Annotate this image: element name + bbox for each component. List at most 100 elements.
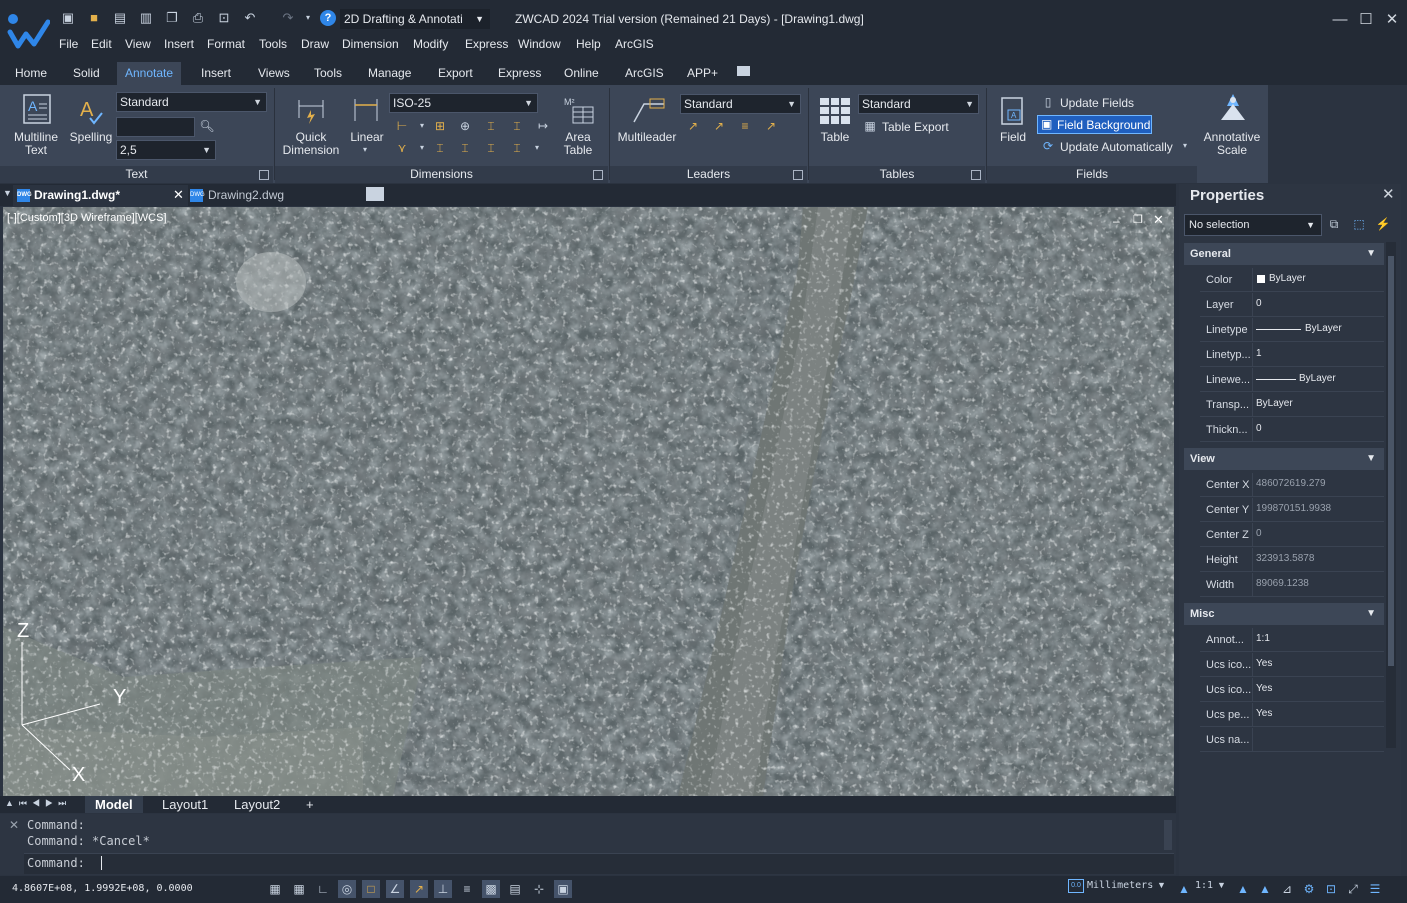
- chevron-down-icon[interactable]: ▾: [413, 140, 431, 156]
- maximize-button[interactable]: ☐: [1354, 10, 1378, 30]
- linear-button[interactable]: Linear: [346, 131, 388, 144]
- property-row[interactable]: Center Z 0: [1200, 523, 1384, 547]
- clean-screen-icon[interactable]: ⤢: [1344, 880, 1362, 898]
- property-row[interactable]: Ucs ico... Yes: [1200, 678, 1384, 702]
- tab-home[interactable]: Home: [7, 66, 55, 86]
- remove-leader-icon[interactable]: ↗: [710, 118, 728, 134]
- tab-online[interactable]: Online: [556, 66, 607, 86]
- multiline-text-icon[interactable]: A: [22, 93, 54, 125]
- menu-express[interactable]: Express: [465, 37, 508, 51]
- object-snap-icon[interactable]: □: [362, 880, 380, 898]
- field-icon[interactable]: A: [1000, 96, 1026, 126]
- tab-insert[interactable]: Insert: [193, 66, 239, 86]
- leaders-panel-launcher-icon[interactable]: [793, 170, 803, 180]
- customization-menu-icon[interactable]: ☰: [1366, 880, 1384, 898]
- ribbon-minimize-icon[interactable]: [737, 66, 750, 76]
- area-table-icon[interactable]: M²: [563, 95, 595, 127]
- dimension-style-select[interactable]: ISO-25 ▼: [389, 93, 538, 113]
- properties-scrollbar[interactable]: [1386, 242, 1396, 748]
- center-mark-icon[interactable]: ⊕: [456, 118, 474, 134]
- chevron-down-icon[interactable]: ▼: [1157, 880, 1166, 890]
- dimension-override-icon[interactable]: ⌶: [456, 140, 474, 156]
- section-view[interactable]: View ▼: [1184, 448, 1384, 470]
- tab-arcgis[interactable]: ArcGIS: [617, 66, 672, 86]
- menu-insert[interactable]: Insert: [164, 37, 194, 51]
- property-row[interactable]: Width 89069.1238: [1200, 573, 1384, 597]
- layout-nav-icons[interactable]: ▲⏮◀▶⏭: [5, 798, 71, 809]
- linear-dimension-icon[interactable]: [352, 96, 380, 124]
- open-folder-icon[interactable]: ■: [86, 10, 102, 26]
- add-leader-icon[interactable]: ↗: [684, 118, 702, 134]
- quick-properties-icon[interactable]: ▤: [506, 880, 524, 898]
- tab-app-plus[interactable]: APP+: [679, 66, 726, 86]
- field-button[interactable]: Field: [995, 131, 1031, 144]
- table-export-button[interactable]: Table Export: [882, 120, 949, 134]
- collect-leaders-icon[interactable]: ↗: [762, 118, 780, 134]
- tab-annotate[interactable]: Annotate: [117, 62, 182, 85]
- save-icon[interactable]: ▤: [112, 10, 128, 26]
- spelling-button[interactable]: Spelling: [68, 131, 114, 144]
- table-icon[interactable]: [819, 97, 851, 125]
- menu-window[interactable]: Window: [518, 37, 561, 51]
- tab-tools[interactable]: Tools: [306, 66, 350, 86]
- close-icon[interactable]: ✕: [1382, 185, 1395, 203]
- quick-select-icon[interactable]: ⚡: [1374, 216, 1392, 232]
- tab-express[interactable]: Express: [490, 66, 549, 86]
- toggle-pickadd-icon[interactable]: ⧉: [1325, 216, 1343, 232]
- jogged-icon[interactable]: ⋎: [393, 140, 411, 156]
- zwcad-logo[interactable]: [4, 10, 50, 54]
- add-layout-button[interactable]: +: [296, 796, 324, 813]
- property-row[interactable]: Ucs ico... Yes: [1200, 653, 1384, 677]
- grid-icon[interactable]: ▦: [266, 880, 284, 898]
- multileader-icon[interactable]: [630, 96, 666, 126]
- command-close-icon[interactable]: ✕: [9, 818, 19, 832]
- leader-style-select[interactable]: Standard ▼: [680, 94, 801, 114]
- transparency-icon[interactable]: ▩: [482, 880, 500, 898]
- annotation-scale-label[interactable]: 1:1: [1195, 880, 1213, 891]
- update-fields-button[interactable]: Update Fields: [1060, 96, 1134, 110]
- close-tab-icon[interactable]: ✕: [173, 185, 184, 205]
- property-row[interactable]: Ucs na...: [1200, 728, 1384, 752]
- doc-tab-drawing2[interactable]: DWG Drawing2.dwg: [190, 185, 360, 206]
- property-row[interactable]: Ucs pe... Yes: [1200, 703, 1384, 727]
- undo-icon[interactable]: ↶: [242, 10, 258, 26]
- annotation-visibility-icon[interactable]: ▲: [1234, 880, 1252, 898]
- lock-ui-icon[interactable]: ⊡: [1322, 880, 1340, 898]
- dimension-reassociate-icon[interactable]: ⌶: [508, 140, 526, 156]
- dimensions-panel-launcher-icon[interactable]: [593, 170, 603, 180]
- scrollbar-thumb[interactable]: [1388, 256, 1394, 666]
- field-background-button[interactable]: ▣ Field Background: [1037, 115, 1152, 134]
- table-button[interactable]: Table: [815, 131, 855, 144]
- select-objects-icon[interactable]: ⬚: [1350, 216, 1368, 232]
- property-row[interactable]: Center X 486072619.279: [1200, 473, 1384, 497]
- dimension-space-icon[interactable]: ⌶: [482, 118, 500, 134]
- selection-select[interactable]: No selection ▼: [1184, 214, 1322, 236]
- doc-tab-drawing1[interactable]: DWG Drawing1.dwg* ✕: [13, 185, 188, 206]
- text-style-select[interactable]: Standard ▼: [116, 92, 267, 112]
- property-row[interactable]: Color ByLayer: [1200, 268, 1384, 292]
- save-as-icon[interactable]: ▥: [138, 10, 154, 26]
- print-icon[interactable]: ⎙: [190, 10, 206, 26]
- dimension-update-icon[interactable]: ⌶: [482, 140, 500, 156]
- menu-file[interactable]: File: [59, 37, 78, 51]
- lineweight-icon[interactable]: ≡: [458, 880, 476, 898]
- chevron-down-icon[interactable]: ▾: [1183, 141, 1187, 150]
- continue-dimension-icon[interactable]: ⊢: [393, 118, 411, 134]
- viewport-restore-icon[interactable]: ❐: [1133, 213, 1143, 226]
- text-find-input[interactable]: [116, 117, 195, 137]
- chevron-down-icon[interactable]: ▾: [413, 118, 431, 134]
- workspace-select[interactable]: 2D Drafting & Annotati ▼: [340, 9, 490, 29]
- tab-list-dropdown-icon[interactable]: ▼: [3, 188, 12, 198]
- chevron-down-icon[interactable]: ▾: [528, 140, 546, 156]
- window-select-icon[interactable]: ⊡: [216, 10, 232, 26]
- property-row[interactable]: Linetype ByLayer: [1200, 318, 1384, 342]
- text-height-select[interactable]: 2,5 ▼: [116, 140, 216, 160]
- layout-tab-layout2[interactable]: Layout2: [224, 796, 290, 813]
- auto-scale-icon[interactable]: ▲: [1256, 880, 1274, 898]
- align-leaders-icon[interactable]: ≡: [736, 118, 754, 134]
- viewport-label[interactable]: [-][Custom][3D Wireframe][WCS]: [7, 212, 167, 224]
- property-row[interactable]: Annot... 1:1: [1200, 628, 1384, 652]
- minimize-button[interactable]: —: [1328, 10, 1352, 30]
- command-input[interactable]: Command:: [24, 853, 1174, 874]
- viewport-minimize-icon[interactable]: –: [1113, 214, 1120, 228]
